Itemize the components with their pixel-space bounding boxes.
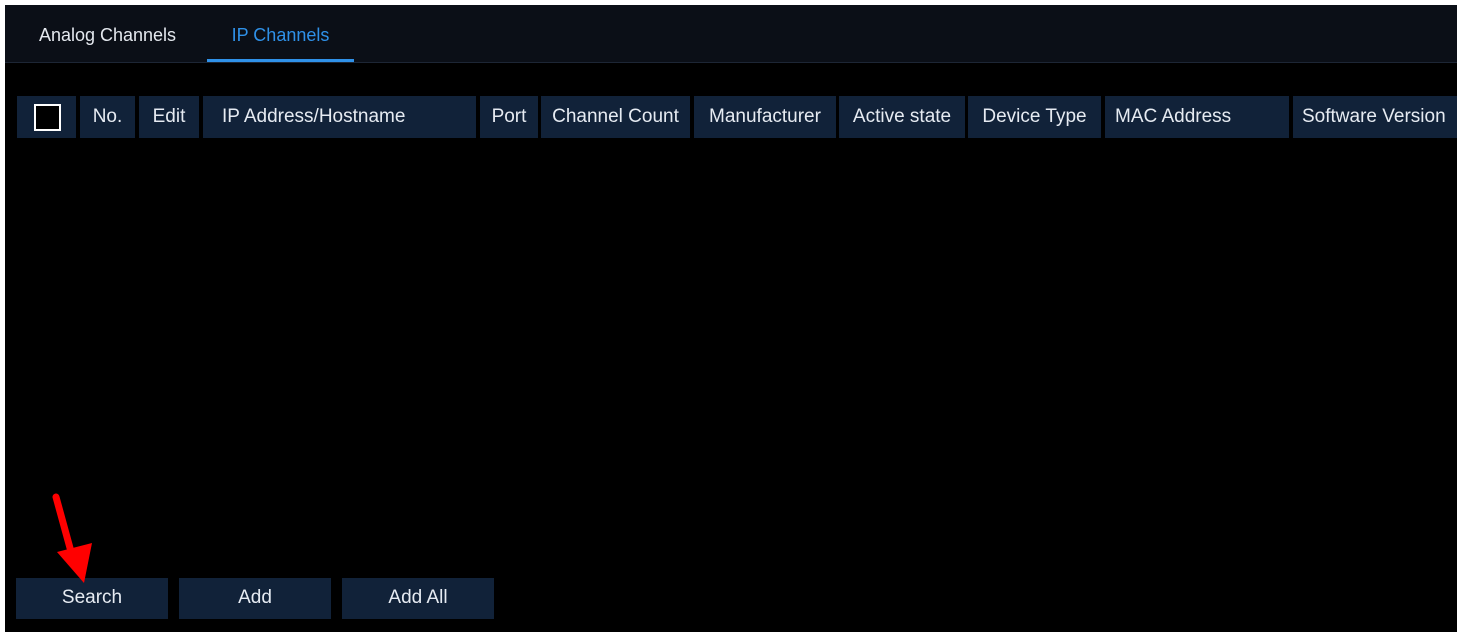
header-edit[interactable]: Edit: [139, 96, 199, 138]
header-ip-address-hostname[interactable]: IP Address/Hostname: [203, 96, 476, 138]
table-body: [17, 138, 1457, 568]
tab-analog-channels[interactable]: Analog Channels: [16, 5, 199, 62]
tab-bar: Analog Channels IP Channels: [5, 5, 1457, 63]
header-device-type[interactable]: Device Type: [968, 96, 1101, 138]
header-manufacturer[interactable]: Manufacturer: [694, 96, 836, 138]
active-tab-indicator: [207, 59, 354, 62]
table-header: No. Edit IP Address/Hostname Port Channe…: [17, 96, 1457, 138]
header-port[interactable]: Port: [480, 96, 538, 138]
add-all-button[interactable]: Add All: [342, 578, 494, 619]
header-active-state[interactable]: Active state: [839, 96, 965, 138]
header-software-version[interactable]: Software Version: [1293, 96, 1457, 138]
select-all-checkbox[interactable]: [34, 104, 61, 131]
add-button[interactable]: Add: [179, 578, 331, 619]
header-mac-address[interactable]: MAC Address: [1105, 96, 1289, 138]
tab-ip-channels[interactable]: IP Channels: [207, 5, 354, 62]
ip-channels-screen: Analog Channels IP Channels No. Edit IP …: [5, 5, 1457, 632]
header-no[interactable]: No.: [80, 96, 135, 138]
header-select-all[interactable]: [17, 96, 76, 138]
search-button[interactable]: Search: [16, 578, 168, 619]
header-channel-count[interactable]: Channel Count: [541, 96, 690, 138]
